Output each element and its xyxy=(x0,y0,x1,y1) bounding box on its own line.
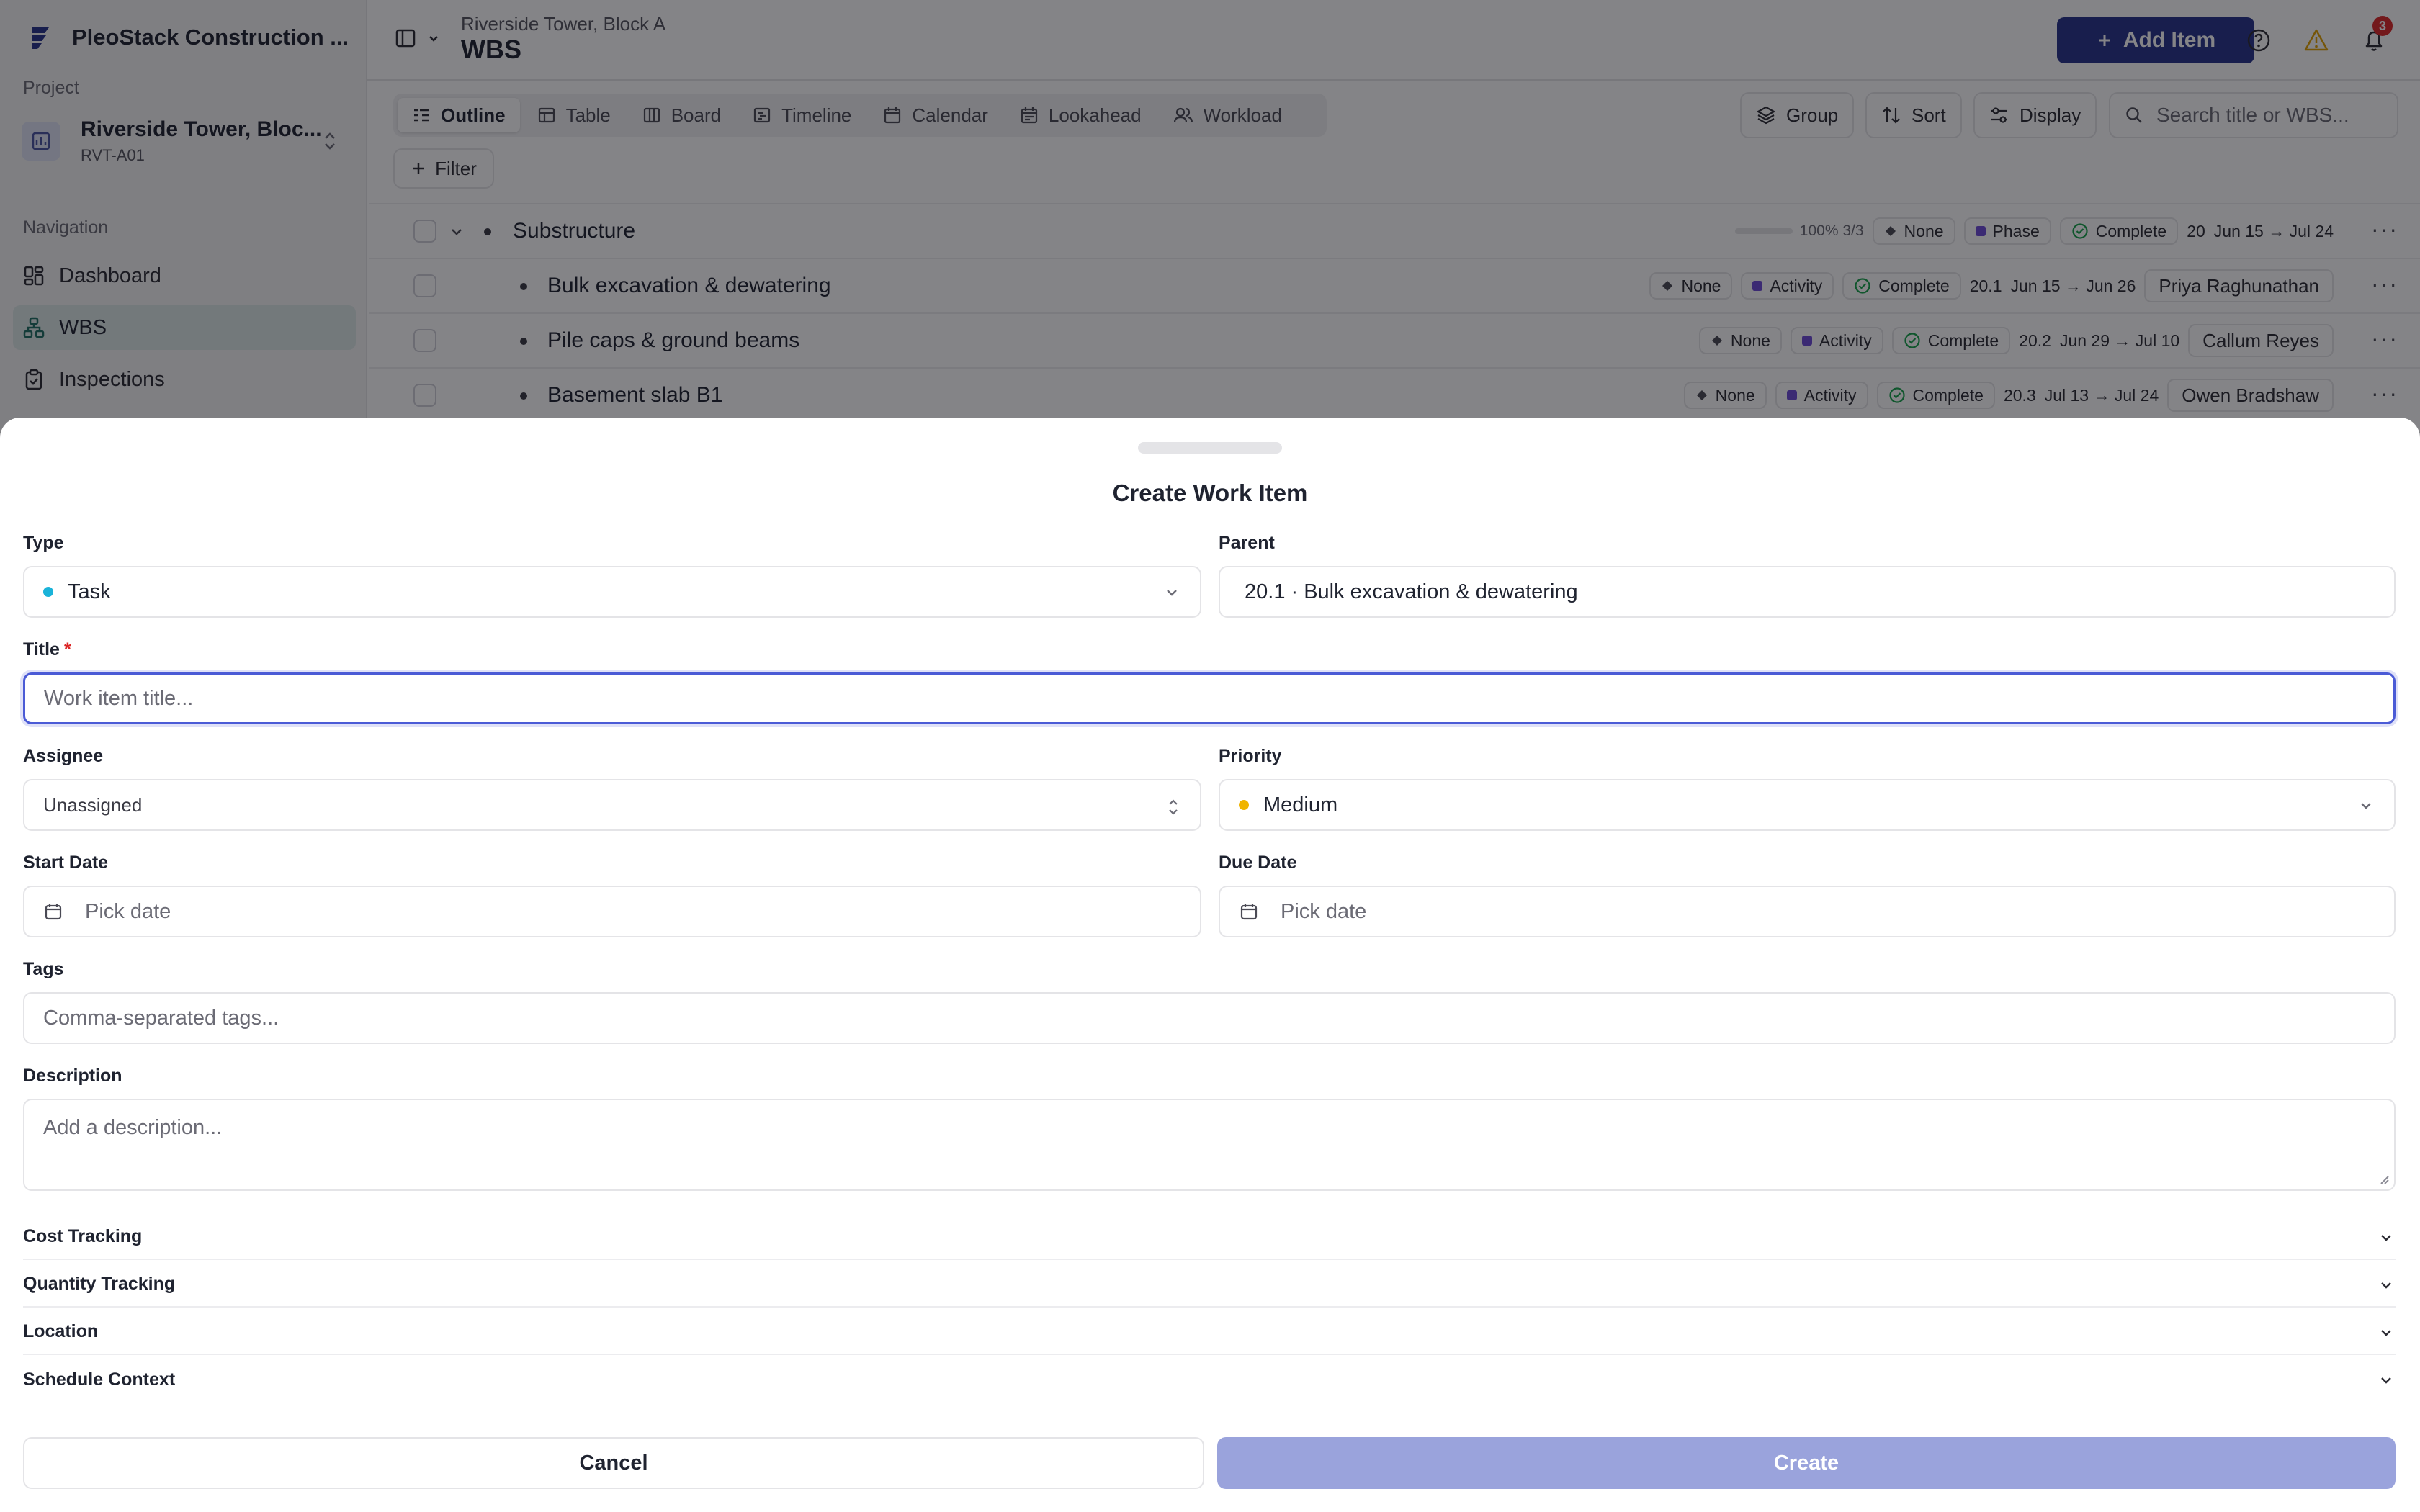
type-label: Type xyxy=(23,533,64,553)
priority-select[interactable]: Medium xyxy=(1219,779,2396,831)
title-label: Title * xyxy=(23,639,71,660)
parent-field[interactable]: 20.1 · Bulk excavation & dewatering xyxy=(1219,566,2396,618)
type-select[interactable]: Task xyxy=(23,566,1201,618)
chevron-up-down-icon xyxy=(1169,799,1178,815)
type-color-dot xyxy=(43,587,53,597)
description-label: Description xyxy=(23,1066,122,1086)
resize-grip-icon[interactable] xyxy=(2377,1172,2390,1185)
start-date-picker[interactable]: Pick date xyxy=(23,886,1201,937)
tags-placeholder: Comma-separated tags... xyxy=(43,1006,279,1030)
create-work-item-sheet: Create Work Item Type Task Parent 20.1 ·… xyxy=(0,418,2420,1512)
chevron-down-icon xyxy=(2381,1235,2391,1241)
title-label-text: Title xyxy=(23,639,60,660)
chevron-down-icon xyxy=(2361,803,2371,809)
start-date-label: Start Date xyxy=(23,852,109,873)
create-button[interactable]: Create xyxy=(1217,1437,2396,1489)
title-placeholder: Work item title... xyxy=(44,686,194,710)
priority-value: Medium xyxy=(1263,793,1338,816)
assignee-value: Unassigned xyxy=(43,793,143,816)
description-placeholder: Add a description... xyxy=(43,1116,223,1139)
required-marker: * xyxy=(63,639,71,660)
calendar-icon xyxy=(43,901,63,922)
title-input[interactable]: Work item title... xyxy=(23,672,2396,724)
chevron-down-icon xyxy=(2381,1282,2391,1289)
section-quantity-tracking[interactable]: Quantity Tracking xyxy=(23,1261,2396,1308)
chevron-down-icon xyxy=(2381,1330,2391,1336)
tags-input[interactable]: Comma-separated tags... xyxy=(23,992,2396,1044)
section-schedule-context[interactable]: Schedule Context xyxy=(23,1356,2396,1403)
cancel-button[interactable]: Cancel xyxy=(23,1437,1204,1489)
section-label: Location xyxy=(23,1320,99,1341)
chevron-down-icon xyxy=(2381,1377,2391,1384)
start-date-placeholder: Pick date xyxy=(85,899,171,923)
parent-value: 20.1 · Bulk excavation & dewatering xyxy=(1245,580,1578,603)
chevron-down-icon xyxy=(1167,590,1177,596)
parent-label: Parent xyxy=(1219,533,1275,553)
assignee-select[interactable]: Unassigned xyxy=(23,779,1201,831)
section-label: Schedule Context xyxy=(23,1369,176,1390)
description-textarea[interactable]: Add a description... xyxy=(23,1099,2396,1191)
section-cost-tracking[interactable]: Cost Tracking xyxy=(23,1214,2396,1260)
tags-label: Tags xyxy=(23,959,64,979)
priority-label: Priority xyxy=(1219,746,1282,766)
calendar-icon xyxy=(1239,901,1259,922)
due-date-label: Due Date xyxy=(1219,852,1297,873)
modal-title: Create Work Item xyxy=(1112,480,1308,506)
section-location[interactable]: Location xyxy=(23,1309,2396,1355)
type-value: Task xyxy=(68,580,111,603)
priority-color-dot xyxy=(1239,800,1249,810)
section-label: Quantity Tracking xyxy=(23,1273,176,1294)
section-label: Cost Tracking xyxy=(23,1225,143,1246)
due-date-picker[interactable]: Pick date xyxy=(1219,886,2396,937)
drag-handle[interactable] xyxy=(1138,442,1282,454)
assignee-label: Assignee xyxy=(23,746,104,766)
due-date-placeholder: Pick date xyxy=(1281,899,1367,923)
